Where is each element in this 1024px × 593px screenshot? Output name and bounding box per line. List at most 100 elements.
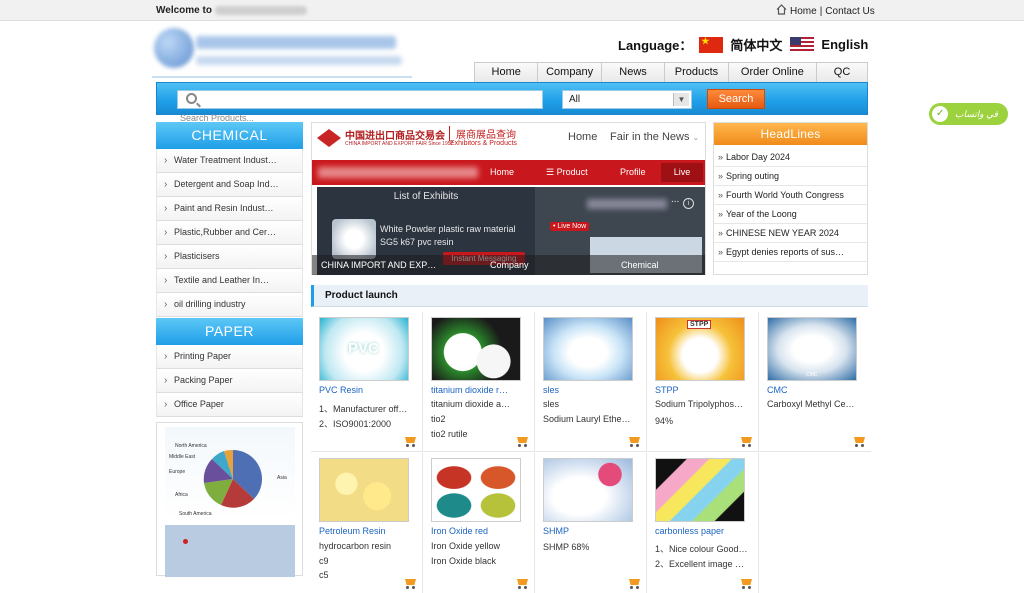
product-name-link[interactable]: sles [543,385,643,395]
nav-home[interactable]: Home [475,63,539,82]
caption-chemical[interactable]: Chemical [621,255,659,275]
cart-icon[interactable] [404,436,417,447]
more-dots-icon[interactable]: ... [671,194,679,205]
category-item[interactable]: Plasticisers [156,245,303,269]
product-card[interactable]: Petroleum Resin hydrocarbon resin c9 c5 [311,453,423,593]
category-item[interactable]: Detergent and Soap Ind… [156,173,303,197]
cart-icon[interactable] [740,436,753,447]
product-desc: Carboxyl Methyl Ce… [767,399,855,409]
iron-oxide-image[interactable] [431,458,521,522]
product-name-link[interactable]: CMC [767,385,867,395]
product-name-link[interactable]: STPP [655,385,755,395]
contact-us-link[interactable]: Contact Us [825,6,874,17]
exhibit-text: White Powder plastic raw material SG5 k67… [380,223,516,249]
cart-icon[interactable] [628,578,641,589]
chart-label: North America [175,443,207,449]
fair-bar-product[interactable]: ☰ Product [546,160,588,185]
category-item[interactable]: Textile and Leather In… [156,269,303,293]
product-name-link[interactable]: carbonless paper [655,526,755,536]
company-logo[interactable] [152,26,412,78]
fair-bar-live[interactable]: Live [661,163,703,182]
category-item[interactable]: Office Paper [156,393,303,417]
product-desc: hydrocarbon resin [319,541,392,551]
welcome-text: Welcome to [156,5,307,16]
fair-bar-profile[interactable]: Profile [620,160,646,185]
product-desc: titanium dioxide a… [431,399,511,409]
carbonless-paper-image[interactable] [655,458,745,522]
product-launch-heading: Product launch [311,285,868,307]
main-navigation: Home Company News Products Order Online … [474,62,868,82]
cart-icon[interactable] [628,436,641,447]
chevron-down-icon[interactable]: ▼ [673,93,689,106]
cart-icon[interactable] [516,436,529,447]
product-card[interactable]: PVC PVC Resin 1、Manufacturer off… 2、ISO9… [311,312,423,452]
paper-heading: PAPER [156,318,303,345]
category-item[interactable]: Printing Paper [156,345,303,369]
headline-item[interactable]: CHINESE NEW YEAR 2024 [714,224,867,243]
nav-products[interactable]: Products [665,63,729,82]
category-item[interactable]: Plastic,Rubber and Cer… [156,221,303,245]
canton-fair-widget[interactable]: 中国进出口商品交易会 CHINA IMPORT AND EXPORT FAIR … [311,122,706,275]
category-item[interactable]: Water Treatment Indust… [156,149,303,173]
product-card[interactable]: titanium dioxide r… titanium dioxide a… … [423,312,535,452]
lang-chinese-link[interactable]: 简体中文 [730,35,782,54]
product-card[interactable]: CMC CMC Carboxyl Methyl Ce… [759,312,871,452]
category-item[interactable]: Paint and Resin Indust… [156,197,303,221]
search-input[interactable] [177,90,543,109]
nav-company[interactable]: Company [538,63,602,82]
category-item[interactable]: Packing Paper [156,369,303,393]
top-home-link[interactable]: Home [790,6,817,17]
cart-icon[interactable] [740,578,753,589]
product-name-link[interactable]: Iron Oxide red [431,526,531,536]
headline-item[interactable]: Fourth World Youth Congress [714,186,867,205]
china-flag-icon[interactable] [699,36,724,53]
search-button[interactable]: Search [707,89,765,109]
product-name-link[interactable]: SHMP [543,526,643,536]
info-icon[interactable]: i [683,198,694,209]
fair-news-link[interactable]: Fair in the News ⌄ [610,131,699,143]
nav-order-online[interactable]: Order Online [729,63,818,82]
headline-item[interactable]: Labor Day 2024 [714,148,867,167]
product-name-link[interactable]: PVC Resin [319,385,419,395]
titanium-dioxide-image[interactable] [431,317,521,381]
chart-label: Africa [175,492,188,498]
product-desc: SHMP 68% [543,542,590,552]
fair-bar-home[interactable]: Home [490,160,514,185]
whatsapp-label: في واتساب [955,109,998,119]
search-bar: All ▼ Search [156,82,868,115]
pvc-resin-image[interactable]: PVC [319,317,409,381]
product-desc: Sodium Lauryl Ethe… [543,414,631,424]
stpp-image[interactable]: STPP [655,317,745,381]
petroleum-resin-image[interactable] [319,458,409,522]
home-icon[interactable] [776,4,787,18]
caption-fair[interactable]: CHINA IMPORT AND EXP… [321,255,436,275]
product-card[interactable]: Iron Oxide red Iron Oxide yellow Iron Ox… [423,453,535,593]
product-card[interactable]: SHMP SHMP 68% [535,453,647,593]
product-name-link[interactable]: Petroleum Resin [319,526,419,536]
whatsapp-button[interactable]: في واتساب [929,103,1008,125]
fair-home-link[interactable]: Home [568,131,597,143]
cart-icon[interactable] [516,578,529,589]
headline-item[interactable]: Spring outing [714,167,867,186]
shmp-image[interactable] [543,458,633,522]
cmc-image[interactable]: CMC [767,317,857,381]
product-card[interactable]: STPP STPP Sodium Tripolyphos… 94% [647,312,759,452]
us-flag-icon[interactable] [790,36,815,53]
lang-english-link[interactable]: English [821,37,868,52]
category-item[interactable]: oil drilling industry [156,293,303,317]
product-card[interactable]: carbonless paper 1、Nice colour Good… 2、E… [647,453,759,593]
headline-item[interactable]: Egypt denies reports of sus… [714,243,867,262]
exhibit-line: White Powder plastic raw material [380,224,516,234]
fair-zh-query: 展商展品查询 [449,126,516,141]
cart-icon[interactable] [853,436,866,447]
headline-item[interactable]: Year of the Loong [714,205,867,224]
search-category-select[interactable]: All ▼ [562,90,692,109]
product-name-link[interactable]: titanium dioxide r… [431,385,531,395]
cart-icon[interactable] [404,578,417,589]
language-label: Language： [618,38,693,53]
nav-qc[interactable]: QC [817,63,867,82]
product-card[interactable]: sles sles Sodium Lauryl Ethe… [535,312,647,452]
caption-company[interactable]: Company [490,255,529,275]
sles-image[interactable] [543,317,633,381]
nav-news[interactable]: News [602,63,666,82]
